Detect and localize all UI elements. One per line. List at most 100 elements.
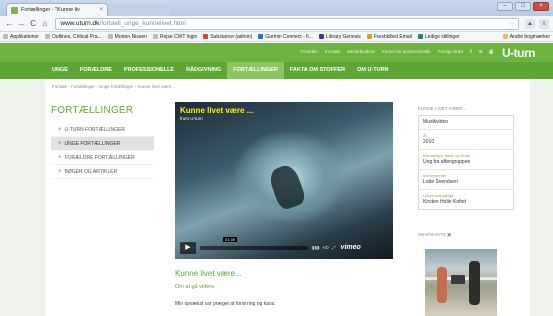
camera-icon: ▣	[447, 232, 452, 237]
browser-tab-strip: Fortællinger - "Kunne liv × – □ ×	[0, 0, 553, 16]
browser-tools: ▲ ≡	[524, 18, 549, 29]
video-controls: ▶ 01:39 ▮▮▮ HD ⤢ vimeo	[180, 236, 388, 254]
top-link[interactable]: Forsiden	[300, 49, 318, 55]
sidebar-title: FORTÆLLINGER	[51, 105, 134, 116]
video-byline[interactable]: from U-turn	[180, 116, 203, 121]
sidebar-item-boeger[interactable]: + BØGER OG ARTIKLER	[51, 165, 154, 179]
page-icon	[44, 34, 50, 39]
book-icon	[318, 34, 324, 39]
wave-icon	[417, 34, 423, 39]
triangle-icon	[258, 34, 264, 39]
back-icon[interactable]: ←	[4, 18, 15, 29]
nav-item-foraeldre[interactable]: FORÆLDRE	[74, 62, 118, 79]
reload-icon[interactable]: C	[28, 18, 39, 29]
mail-icon[interactable]: ✉	[479, 49, 483, 55]
article-body: Min opvækst var præget af forvirring og …	[175, 301, 276, 307]
bookmark-star-icon[interactable]: ☆	[508, 20, 514, 28]
video-time: 01:39	[223, 236, 238, 242]
bookmark-item[interactable]: Rejse CWT login	[152, 34, 197, 40]
bookmark-item[interactable]: Freshkilled Email	[366, 34, 412, 40]
close-window-icon[interactable]: ×	[533, 2, 549, 11]
url-path: /fortaell_unge_kunnelivet.html	[99, 20, 186, 27]
bookmark-item[interactable]: Library Genesis	[318, 34, 361, 40]
article-title: Kunne livet være...	[175, 269, 242, 278]
infobox-heading: KUNNE LIVET VÆRE...	[418, 106, 467, 111]
info-row: Manuskript, tekst og musik Ung fra aften…	[419, 150, 513, 170]
top-link[interactable]: Kurser for professionelle	[382, 49, 431, 55]
pin-icon	[203, 34, 209, 39]
close-tab-icon[interactable]: ×	[99, 7, 103, 13]
volume-icon[interactable]: ▮▮▮	[312, 245, 319, 251]
infobox: Musikvideo År 2010 Manuskript, tekst og …	[418, 115, 514, 210]
other-bookmarks[interactable]: Andre bogmærker	[502, 34, 550, 40]
nav-item-raadgivning[interactable]: RÅDGIVNING	[180, 62, 227, 79]
top-links: Forsiden Kontakt Medarbejdere Kurser for…	[300, 49, 493, 55]
extension-icon[interactable]: ▲	[524, 18, 535, 29]
bookmark-item[interactable]: Outlines, Critical Pra...	[44, 34, 102, 40]
menu-icon[interactable]: ≡	[538, 18, 549, 29]
bookmarks-bar: Applikationer Outlines, Critical Pra... …	[0, 32, 553, 42]
home-icon[interactable]: ⌂	[40, 18, 51, 29]
site-logo[interactable]: U-turn	[502, 46, 536, 60]
info-row: Musikvideo	[419, 116, 513, 130]
page-icon	[107, 34, 113, 39]
url-host: www.uturn.dk	[60, 20, 100, 27]
plus-icon: +	[58, 154, 62, 161]
video-title[interactable]: Kunne livet være ...	[180, 106, 253, 115]
favicon-icon	[11, 6, 18, 14]
play-icon[interactable]: ▶	[180, 241, 196, 254]
plus-icon: +	[58, 168, 62, 175]
bookmark-item[interactable]: Morten Nissen	[107, 34, 147, 40]
info-row: Medvirkende Lotte Svendsen	[419, 170, 513, 190]
nav-item-professionelle[interactable]: PROFESSIONELLE	[118, 62, 180, 79]
mail-icon	[366, 34, 372, 39]
article-subtitle: Om at gå videre	[175, 284, 215, 290]
content-area: Forside › Fortællinger › Unge fortælling…	[45, 79, 530, 316]
plus-icon: +	[58, 126, 62, 133]
top-link[interactable]: Medarbejdere	[347, 49, 375, 55]
bookmark-item[interactable]: Ledige stillinger	[417, 34, 460, 40]
forward-icon[interactable]: →	[16, 18, 27, 29]
sidebar-item-unge[interactable]: + UNGE FORTÆLLINGER	[51, 137, 154, 151]
vimeo-logo[interactable]: vimeo	[341, 244, 361, 251]
apps-icon	[3, 34, 8, 39]
sidebar: FORTÆLLINGER + U-TURN FORTÆLLINGER + UNGE …	[51, 105, 154, 179]
nav-item-om-uturn[interactable]: OM U-TURN	[351, 62, 394, 79]
nav-item-fortaellinger[interactable]: FORTÆLLINGER	[227, 62, 284, 79]
info-row: År 2010	[419, 130, 513, 150]
sidebar-item-uturn[interactable]: + U-TURN FORTÆLLINGER	[51, 123, 154, 137]
bookmark-item[interactable]: Substance (admin)	[203, 34, 252, 40]
folder-icon	[502, 34, 508, 39]
minimize-icon[interactable]: –	[497, 2, 513, 11]
hd-icon[interactable]: HD	[322, 245, 329, 250]
main-navigation: UNGE FORÆLDRE PROFESSIONELLE RÅDGIVNING …	[0, 62, 553, 79]
plus-icon: +	[58, 140, 62, 147]
breadcrumb[interactable]: Forside › Fortællinger › Unge fortælling…	[52, 84, 175, 89]
snapshots-heading: SNAPSHOTS ▣	[418, 232, 452, 237]
maximize-icon[interactable]: □	[515, 2, 531, 11]
sidebar-item-foraeldre[interactable]: + FORÆLDRE FORTÆLLINGER	[51, 151, 154, 165]
facebook-icon[interactable]: f	[470, 49, 472, 55]
video-player[interactable]: Kunne livet være ... from U-turn ▶ 01:39…	[175, 102, 393, 259]
bookmark-item[interactable]: Applikationer	[3, 34, 39, 40]
info-row: U-turn ansvarlige Kirsten Holte Kofod	[423, 193, 467, 205]
website: Forsiden Kontakt Medarbejdere Kurser for…	[0, 43, 553, 316]
tab-title: Fortællinger - "Kunne liv	[21, 7, 80, 13]
browser-tab-active[interactable]: Fortællinger - "Kunne liv ×	[6, 3, 108, 16]
bookmark-item[interactable]: Garmin Connect - fi...	[258, 34, 313, 40]
page-icon	[152, 34, 158, 39]
url-input[interactable]: www.uturn.dk/fortaell_unge_kunnelivet.ht…	[55, 17, 519, 30]
video-progress-bar[interactable]: 01:39	[200, 236, 308, 250]
snapshot-image[interactable]	[425, 249, 497, 316]
nav-item-unge[interactable]: UNGE	[46, 62, 74, 79]
address-bar-row: ← → C ⌂ www.uturn.dk/fortaell_unge_kunne…	[0, 16, 553, 32]
new-tab-button[interactable]	[110, 5, 170, 16]
window-controls: – □ ×	[497, 2, 549, 11]
video-icons: ▮▮▮ HD ⤢ vimeo	[312, 244, 361, 251]
print-icon[interactable]: ⎙	[489, 49, 493, 55]
site-top-bar: Forsiden Kontakt Medarbejdere Kurser for…	[0, 43, 553, 62]
top-link[interactable]: Foreign links	[438, 49, 464, 55]
nav-item-fakta[interactable]: FAKTA OM STOFFER	[284, 62, 351, 79]
fullscreen-icon[interactable]: ⤢	[332, 245, 336, 250]
top-link[interactable]: Kontakt	[325, 49, 340, 55]
